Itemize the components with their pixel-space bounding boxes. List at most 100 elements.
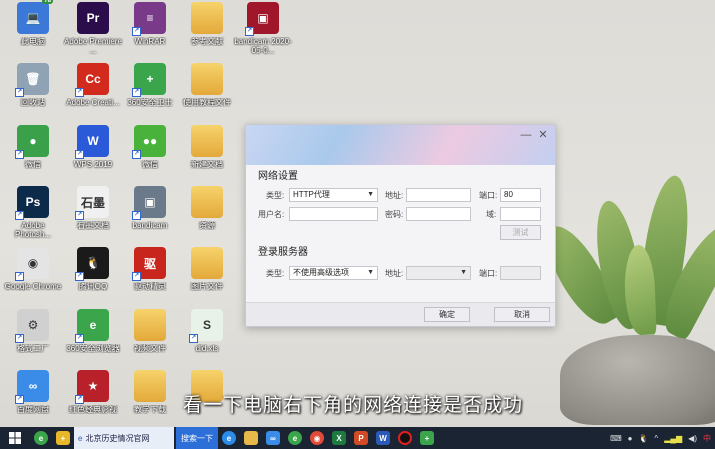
desktop-icon[interactable]: 图片文件 [177,247,237,307]
desktop-icon[interactable]: 石墨 ↗ 石墨文档 [63,186,123,246]
username-input[interactable] [289,207,378,221]
login-address-select[interactable]: ▼ [406,266,471,280]
word-taskbar-icon[interactable]: W [372,427,394,449]
shortcut-arrow-icon: ↗ [132,272,141,281]
windows-start-icon[interactable] [0,427,30,449]
search-button[interactable]: 搜索一下 [176,427,218,449]
folder-icon [191,2,223,34]
dialog-footer: 确定 取消 [246,302,555,326]
desktop-icon[interactable]: ▣ ↗ bandicam 2020-05-0... [233,2,293,62]
keyboard-icon[interactable]: ⌨ [610,434,622,443]
ie-taskbar-icon[interactable]: e [218,427,240,449]
login-port-input[interactable] [500,266,541,280]
desktop-icon-label: 360安全卫士 [127,98,173,107]
minimize-icon[interactable]: — [519,128,533,142]
desktop-icon[interactable]: ◉ ↗ Google Chrome [3,247,63,307]
desktop-icon[interactable]: Pr Adobe Premiere ... [63,2,123,62]
desktop-icon[interactable]: 驱 ↗ 驱动精灵 [120,247,180,307]
360-browser-taskbar-icon[interactable]: e [30,427,52,449]
ok-button[interactable]: 确定 [424,307,470,322]
desktop-icon[interactable]: ★ ↗ 红色经典影视 [63,370,123,430]
desktop-icon[interactable]: Cc ↗ Adobe Creati... [63,63,123,123]
360-taskbar-icon[interactable]: e [284,427,306,449]
shortcut-arrow-icon: ↗ [245,27,254,36]
ime-indicator[interactable]: 中 [703,433,711,444]
spreadsheet-icon: S ↗ [189,309,223,343]
chevron-down-icon: ▼ [460,269,467,276]
login-port-label: 端口: [479,269,498,278]
driver-icon: 驱 ↗ [132,247,166,281]
desktop-icon[interactable]: ∞ ↗ 百度网盘 [3,370,63,430]
file-explorer-taskbar-icon[interactable] [240,427,262,449]
volume-icon[interactable]: ◀) [688,434,697,443]
desktop-icon-label: 驱动精灵 [134,282,166,291]
desktop-icon-label: 视频文件 [134,344,166,353]
proxy-type-select[interactable]: HTTP代理 ▼ [289,188,378,202]
test-button[interactable]: 测试 [500,225,541,240]
desktop-icon[interactable]: ▣ ↗ bandicam [120,186,180,246]
creative-cloud-icon: Cc ↗ [75,63,109,97]
network-icon[interactable]: ▂▄▆ [664,434,682,443]
domain-label: 域: [486,210,497,219]
record-taskbar-icon[interactable] [394,427,416,449]
folder-icon [134,309,166,341]
tray-app-icon[interactable]: ● [628,434,633,443]
tray-expand-icon[interactable]: ^ [654,434,658,443]
port-input[interactable]: 80 [500,188,541,202]
password-label: 密码: [385,210,404,219]
desktop-icon[interactable]: ●● ↗ 微信 [120,125,180,185]
chrome-taskbar-icon[interactable]: ◉ [306,427,328,449]
browser-tab[interactable]: e 北京历史情况官网 [74,427,174,449]
desktop-icon[interactable]: ≡ ↗ WinRAR [120,2,180,62]
desktop-icon-label: Adobe Creati... [66,98,120,107]
desktop-icon[interactable]: e ↗ 360安全浏览器 [63,309,123,369]
address-input[interactable] [406,188,471,202]
folder-icon [191,63,223,95]
shortcut-arrow-icon: ↗ [75,150,84,159]
desktop-icon-label: dld.xls [195,344,219,353]
desktop-icon[interactable]: 使用教程文件 [177,63,237,123]
ie-icon: e [78,433,83,443]
qq-tray-icon[interactable]: 🐧 [638,434,648,443]
address-label: 地址: [385,191,404,200]
desktop-icon[interactable]: 参考文献 [177,2,237,62]
desktop-icon[interactable]: ● ↗ 微信 [3,125,63,185]
desktop-icon-label: 红色经典影视 [69,405,117,414]
baidu-netdisk-taskbar-icon[interactable]: ∞ [262,427,284,449]
shortcut-arrow-icon: ↗ [132,27,141,36]
desktop-icon[interactable]: 资源 [177,186,237,246]
desktop-icon[interactable]: 💻 78 此电脑 [3,0,63,62]
desktop-icon[interactable]: S ↗ dld.xls [177,309,237,369]
desktop-icon-label: bandicam 2020-05-0... [234,37,292,55]
desktop-icon[interactable]: 🐧 ↗ 腾讯QQ [63,247,123,307]
desktop-icon[interactable]: ⚙ ↗ 格式工厂 [3,309,63,369]
desktop-icon[interactable]: Ps ↗ Adobe Photosh... [3,186,63,246]
shortcut-arrow-icon: ↗ [15,211,24,220]
domain-input[interactable] [500,207,541,221]
shortcut-arrow-icon: ↗ [75,211,84,220]
network-settings-dialog: — ✕ 网络设置 类型: HTTP代理 ▼ 地址: 端口: 80 用户名: 密码:… [245,124,556,327]
shortcut-arrow-icon: ↗ [189,334,198,343]
shortcut-arrow-icon: ↗ [132,88,141,97]
close-icon[interactable]: ✕ [536,128,550,142]
desktop-icon[interactable]: W ↗ WPS 2019 [63,125,123,185]
desktop-icon[interactable]: 新建文档 [177,125,237,185]
desktop-icon[interactable]: 视频文件 [120,309,180,369]
excel-taskbar-icon[interactable]: X [328,427,350,449]
username-label: 用户名: [258,210,285,219]
desktop-icon-label: 此电脑 [21,37,45,46]
desktop-icon[interactable]: 教学下载 [120,370,180,430]
desktop-icon[interactable]: 🗑 ↗ 回收站 [3,63,63,123]
shortcut-arrow-icon: ↗ [132,150,141,159]
360-security-icon: + ↗ [132,63,166,97]
folder-icon [191,125,223,157]
login-type-select[interactable]: 不使用高级选项 ▼ [289,266,378,280]
cancel-button[interactable]: 取消 [494,307,550,322]
shortcut-arrow-icon: ↗ [75,88,84,97]
powerpoint-taskbar-icon[interactable]: P [350,427,372,449]
360-security-taskbar-icon[interactable]: + [52,427,74,449]
desktop-icon[interactable]: + ↗ 360安全卫士 [120,63,180,123]
360-guard-taskbar-icon[interactable]: + [416,427,438,449]
password-input[interactable] [406,207,471,221]
shortcut-arrow-icon: ↗ [15,334,24,343]
